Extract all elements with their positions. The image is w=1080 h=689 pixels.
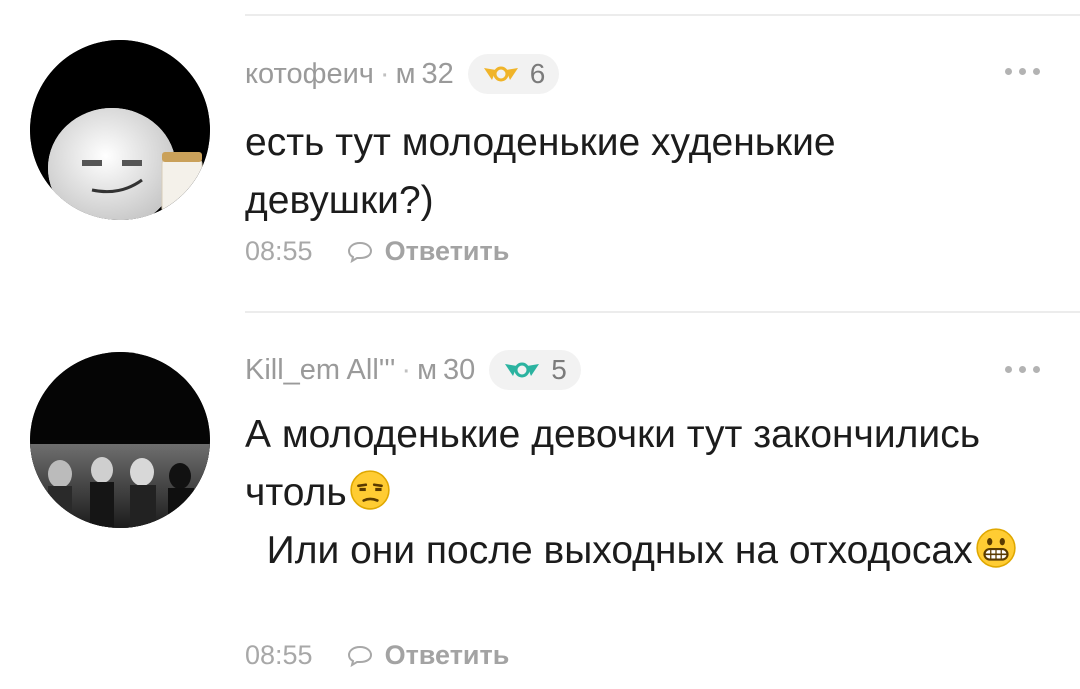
reply-label: Ответить bbox=[384, 640, 510, 670]
grinning-face-emoji-icon bbox=[975, 528, 1016, 568]
gender: м bbox=[395, 57, 416, 90]
comment-text: А молоденькие девочки тут закончились чт… bbox=[245, 406, 1025, 580]
reply-label: Ответить bbox=[384, 236, 510, 266]
comment-time: 08:55 bbox=[245, 236, 313, 266]
speech-bubble-icon bbox=[347, 645, 372, 667]
comment-meta: Kill_em All''' · м 30 5 bbox=[245, 350, 581, 390]
age: 32 bbox=[421, 57, 454, 90]
level-wings-icon bbox=[505, 362, 540, 378]
comment-text-line: Или они после выходных на отходосах bbox=[245, 529, 973, 572]
comment-divider bbox=[245, 311, 1080, 313]
avatar[interactable] bbox=[30, 40, 210, 220]
reply-button[interactable]: Ответить bbox=[347, 640, 510, 671]
level-wings-icon bbox=[483, 66, 518, 82]
level-badge: 6 bbox=[467, 54, 560, 94]
top-divider bbox=[245, 14, 1080, 16]
avatar[interactable] bbox=[30, 352, 210, 528]
age: 30 bbox=[443, 353, 476, 386]
username[interactable]: Kill_em All''' bbox=[245, 354, 395, 387]
more-options-icon[interactable] bbox=[1005, 366, 1040, 373]
unamused-face-emoji-icon bbox=[349, 470, 390, 510]
level-badge: 5 bbox=[489, 350, 581, 390]
more-options-icon[interactable] bbox=[1005, 68, 1040, 75]
level-value: 6 bbox=[529, 58, 546, 89]
speech-bubble-icon bbox=[347, 241, 372, 263]
gender: м bbox=[417, 353, 437, 386]
comment-time: 08:55 bbox=[245, 640, 313, 670]
username[interactable]: котофеич bbox=[245, 58, 374, 91]
avatar-image bbox=[30, 352, 210, 528]
comment-footer: 08:55 Ответить bbox=[245, 236, 509, 267]
comment-meta: котофеич · м 32 6 bbox=[245, 54, 560, 94]
avatar-image bbox=[30, 40, 210, 220]
comment-footer: 08:55 Ответить bbox=[245, 640, 509, 671]
level-value: 5 bbox=[551, 354, 567, 385]
comment-text: есть тут молоденькие худенькие девушки?) bbox=[245, 121, 847, 222]
reply-button[interactable]: Ответить bbox=[347, 236, 510, 267]
